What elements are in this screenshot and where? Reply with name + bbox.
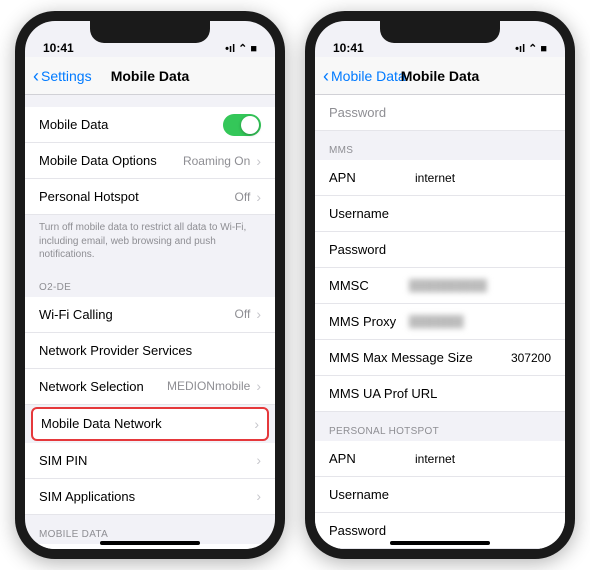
label: Password xyxy=(329,105,551,120)
notch xyxy=(380,21,500,43)
label: Network Selection xyxy=(39,379,167,394)
value: 307200 xyxy=(511,351,551,365)
row-sim-applications[interactable]: SIM Applications › xyxy=(25,479,275,515)
label: MMS Proxy xyxy=(329,314,399,329)
label: Mobile Data Network xyxy=(41,416,254,431)
toggle-mobile-data[interactable] xyxy=(223,114,261,136)
label: MMSC xyxy=(329,278,399,293)
page-title: Mobile Data xyxy=(401,68,480,84)
chevron-icon: › xyxy=(254,416,259,432)
label: Wi-Fi Calling xyxy=(39,307,235,322)
label: SIM Applications xyxy=(39,489,256,504)
label: SIM PIN xyxy=(39,453,256,468)
back-button[interactable]: ‹ Mobile Data xyxy=(323,67,406,85)
row-mobile-data-options[interactable]: Mobile Data Options Roaming On › xyxy=(25,143,275,179)
footer-note: Turn off mobile data to restrict all dat… xyxy=(25,215,275,268)
row-wifi-calling[interactable]: Wi-Fi Calling Off › xyxy=(25,297,275,333)
row-password-top[interactable]: Password xyxy=(315,95,565,131)
label: Network Provider Services xyxy=(39,343,261,358)
label: APN xyxy=(329,170,399,185)
row-mobile-data-network[interactable]: Mobile Data Network › xyxy=(31,407,269,441)
value-redacted: ███████ xyxy=(409,316,464,328)
value-redacted: ██████████ xyxy=(409,280,487,292)
signal-icon: •ıl xyxy=(515,43,525,55)
chevron-icon: › xyxy=(256,378,261,394)
phone-right: 10:41 •ıl ⌃ ■ ‹ Mobile Data Mobile Data … xyxy=(305,11,575,559)
label: Password xyxy=(329,242,551,257)
value: Off xyxy=(235,190,251,204)
row-network-provider-services[interactable]: Network Provider Services xyxy=(25,333,275,369)
label: Mobile Data Options xyxy=(39,153,183,168)
signal-icon: •ıl xyxy=(225,43,235,55)
value: MEDIONmobile xyxy=(167,379,250,393)
section-mms: MMS xyxy=(315,131,565,160)
back-label: Settings xyxy=(41,68,92,84)
label: Username xyxy=(329,487,551,502)
row-mms-max-size[interactable]: MMS Max Message Size 307200 xyxy=(315,340,565,376)
back-chevron-icon: ‹ xyxy=(33,67,39,85)
chevron-icon: › xyxy=(256,189,261,205)
chevron-icon: › xyxy=(256,488,261,504)
battery-icon: ■ xyxy=(250,43,257,55)
value: Roaming On xyxy=(183,154,250,168)
label: Personal Hotspot xyxy=(39,189,235,204)
value: internet xyxy=(415,452,455,466)
back-chevron-icon: ‹ xyxy=(323,67,329,85)
content-right[interactable]: Password MMS APN internet Username Passw… xyxy=(315,95,565,549)
status-right: •ıl ⌃ ■ xyxy=(225,42,257,55)
battery-icon: ■ xyxy=(540,43,547,55)
label: Username xyxy=(329,206,551,221)
section-personal-hotspot: PERSONAL HOTSPOT xyxy=(315,412,565,441)
home-indicator[interactable] xyxy=(390,541,490,545)
row-mms-proxy[interactable]: MMS Proxy ███████ xyxy=(315,304,565,340)
phone-left: 10:41 •ıl ⌃ ■ ‹ Settings Mobile Data Mob… xyxy=(15,11,285,559)
label: MMS Max Message Size xyxy=(329,350,505,365)
home-indicator[interactable] xyxy=(100,541,200,545)
row-ph-username[interactable]: Username xyxy=(315,477,565,513)
label: Password xyxy=(329,523,551,538)
row-mms-ua-prof[interactable]: MMS UA Prof URL xyxy=(315,376,565,412)
wifi-icon: ⌃ xyxy=(528,42,537,55)
chevron-icon: › xyxy=(256,306,261,322)
content-left[interactable]: Mobile Data Mobile Data Options Roaming … xyxy=(25,95,275,549)
row-mms-password[interactable]: Password xyxy=(315,232,565,268)
row-mms-apn[interactable]: APN internet xyxy=(315,160,565,196)
row-mobile-data[interactable]: Mobile Data xyxy=(25,107,275,143)
section-o2: O2-DE xyxy=(25,268,275,297)
row-mmsc[interactable]: MMSC ██████████ xyxy=(315,268,565,304)
wifi-icon: ⌃ xyxy=(238,42,247,55)
status-time: 10:41 xyxy=(333,41,364,55)
value: internet xyxy=(415,171,455,185)
value: Off xyxy=(235,307,251,321)
screen-left: 10:41 •ıl ⌃ ■ ‹ Settings Mobile Data Mob… xyxy=(25,21,275,549)
status-time: 10:41 xyxy=(43,41,74,55)
status-right: •ıl ⌃ ■ xyxy=(515,42,547,55)
nav-bar: ‹ Settings Mobile Data xyxy=(25,57,275,95)
section-mobile-data: MOBILE DATA xyxy=(25,515,275,544)
chevron-icon: › xyxy=(256,153,261,169)
row-sim-pin[interactable]: SIM PIN › xyxy=(25,443,275,479)
row-personal-hotspot[interactable]: Personal Hotspot Off › xyxy=(25,179,275,215)
screen-right: 10:41 •ıl ⌃ ■ ‹ Mobile Data Mobile Data … xyxy=(315,21,565,549)
label: APN xyxy=(329,451,399,466)
label: MMS UA Prof URL xyxy=(329,386,551,401)
row-network-selection[interactable]: Network Selection MEDIONmobile › xyxy=(25,369,275,405)
row-mms-username[interactable]: Username xyxy=(315,196,565,232)
notch xyxy=(90,21,210,43)
back-label: Mobile Data xyxy=(331,68,406,84)
page-title: Mobile Data xyxy=(111,68,190,84)
back-button[interactable]: ‹ Settings xyxy=(33,67,92,85)
label: Mobile Data xyxy=(39,117,223,132)
row-ph-apn[interactable]: APN internet xyxy=(315,441,565,477)
nav-bar: ‹ Mobile Data Mobile Data xyxy=(315,57,565,95)
chevron-icon: › xyxy=(256,452,261,468)
